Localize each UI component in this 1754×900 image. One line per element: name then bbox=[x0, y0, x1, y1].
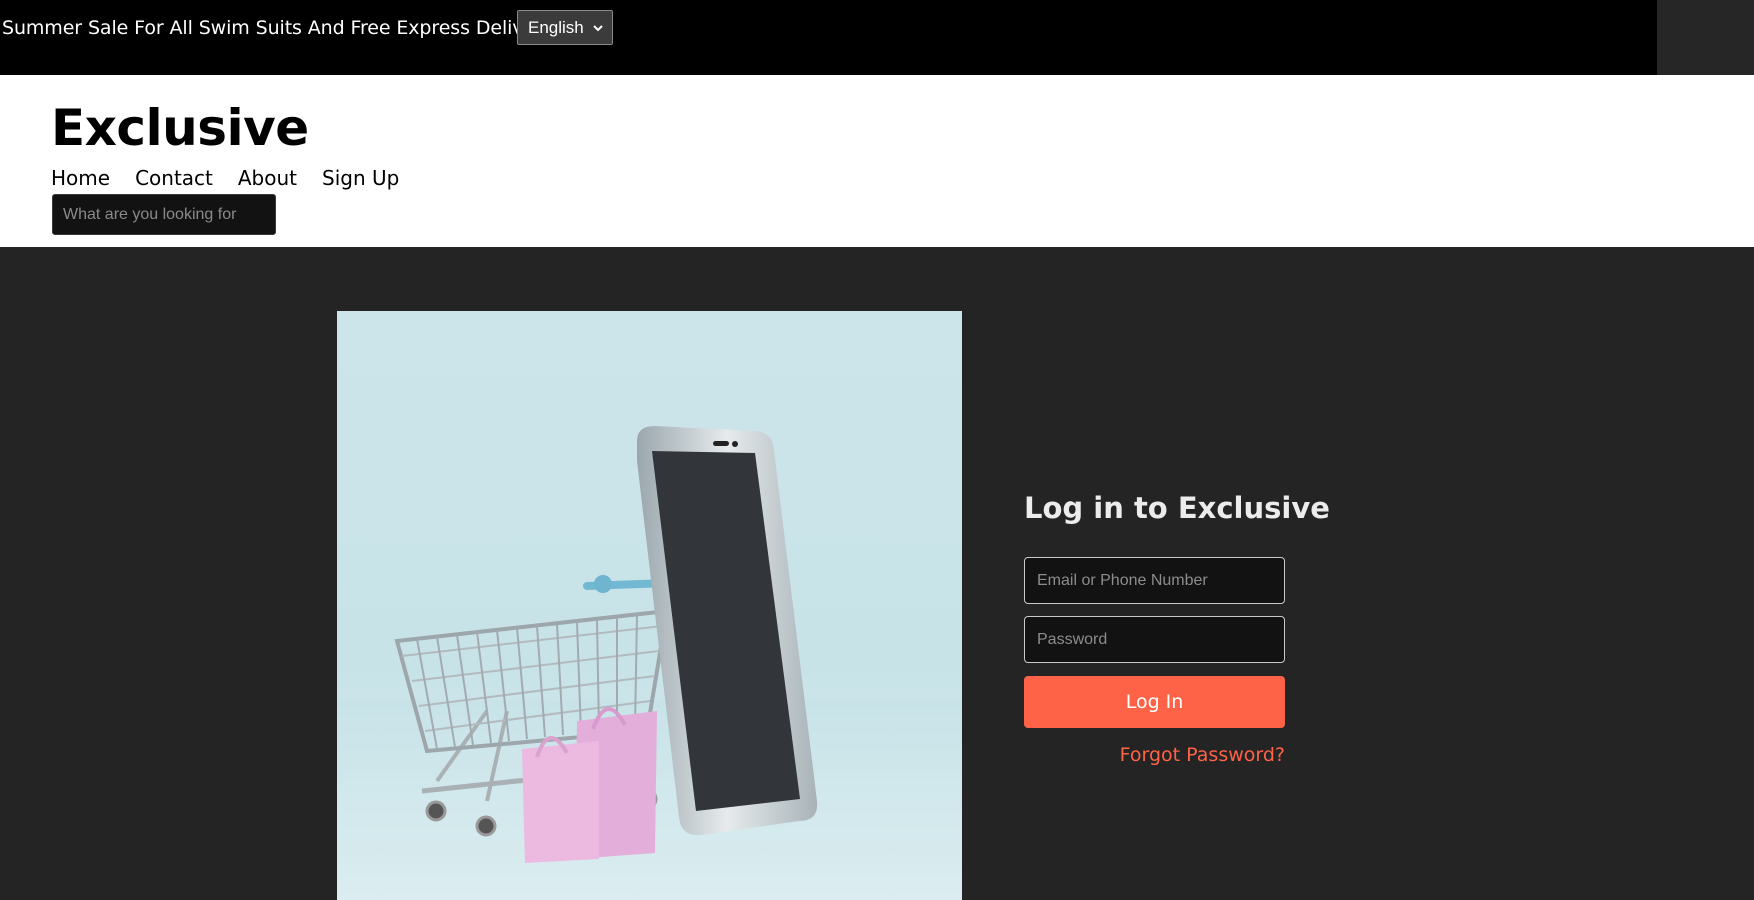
login-button[interactable]: Log In bbox=[1024, 676, 1285, 728]
site-header: Exclusive Home Contact About Sign Up bbox=[0, 75, 1754, 247]
nav-contact[interactable]: Contact bbox=[135, 166, 213, 190]
topbar-scrollbar-area bbox=[1657, 0, 1754, 75]
site-logo[interactable]: Exclusive bbox=[51, 99, 309, 157]
language-select[interactable]: English bbox=[517, 10, 613, 45]
nav-home[interactable]: Home bbox=[51, 166, 110, 190]
password-field[interactable] bbox=[1024, 616, 1285, 663]
hero-illustration bbox=[337, 426, 962, 900]
nav-sign-up[interactable]: Sign Up bbox=[322, 166, 399, 190]
forgot-password-link[interactable]: Forgot Password? bbox=[1024, 744, 1285, 766]
nav-about[interactable]: About bbox=[238, 166, 297, 190]
email-field[interactable] bbox=[1024, 557, 1285, 604]
phone-and-shopping-cart-image bbox=[337, 311, 962, 900]
main-nav: Home Contact About Sign Up bbox=[51, 166, 399, 190]
login-title: Log in to Exclusive bbox=[1024, 491, 1330, 525]
chevron-down-icon bbox=[593, 24, 603, 31]
language-select-value: English bbox=[528, 17, 584, 37]
search-input[interactable] bbox=[52, 194, 276, 235]
promo-text: Summer Sale For All Swim Suits And Free … bbox=[2, 17, 554, 39]
top-announcement-bar: Summer Sale For All Swim Suits And Free … bbox=[0, 0, 1657, 75]
